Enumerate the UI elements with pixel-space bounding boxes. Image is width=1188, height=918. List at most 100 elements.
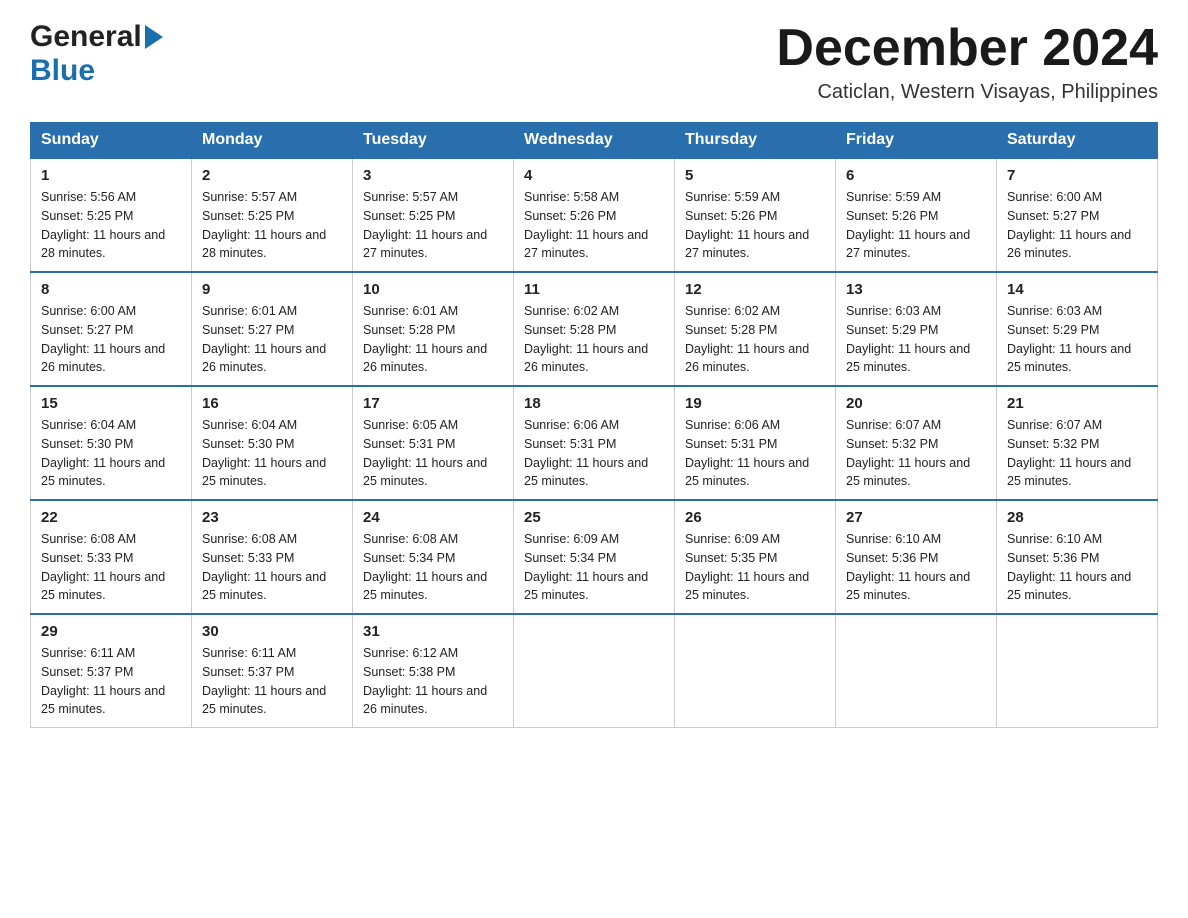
day-info: Sunrise: 6:04 AM Sunset: 5:30 PM Dayligh… — [202, 416, 342, 491]
day-number: 18 — [524, 395, 664, 412]
table-row: 15 Sunrise: 6:04 AM Sunset: 5:30 PM Dayl… — [31, 386, 192, 500]
day-number: 31 — [363, 623, 503, 640]
day-number: 22 — [41, 509, 181, 526]
day-number: 16 — [202, 395, 342, 412]
month-title: December 2024 — [776, 20, 1158, 77]
daylight-label: Daylight: 11 hours and 25 minutes. — [202, 684, 326, 717]
daylight-label: Daylight: 11 hours and 27 minutes. — [846, 228, 970, 261]
daylight-label: Daylight: 11 hours and 27 minutes. — [524, 228, 648, 261]
sunset-label: Sunset: 5:28 PM — [524, 323, 616, 337]
table-row: 1 Sunrise: 5:56 AM Sunset: 5:25 PM Dayli… — [31, 158, 192, 272]
header-tuesday: Tuesday — [353, 123, 514, 159]
day-number: 8 — [41, 281, 181, 298]
day-number: 25 — [524, 509, 664, 526]
calendar-week-row: 29 Sunrise: 6:11 AM Sunset: 5:37 PM Dayl… — [31, 614, 1158, 728]
sunset-label: Sunset: 5:36 PM — [1007, 551, 1099, 565]
day-number: 17 — [363, 395, 503, 412]
day-info: Sunrise: 5:58 AM Sunset: 5:26 PM Dayligh… — [524, 188, 664, 263]
day-number: 3 — [363, 167, 503, 184]
day-info: Sunrise: 6:03 AM Sunset: 5:29 PM Dayligh… — [1007, 302, 1147, 377]
day-info: Sunrise: 6:01 AM Sunset: 5:27 PM Dayligh… — [202, 302, 342, 377]
daylight-label: Daylight: 11 hours and 25 minutes. — [363, 570, 487, 603]
daylight-label: Daylight: 11 hours and 25 minutes. — [202, 570, 326, 603]
day-number: 26 — [685, 509, 825, 526]
sunset-label: Sunset: 5:28 PM — [363, 323, 455, 337]
header-monday: Monday — [192, 123, 353, 159]
sunrise-label: Sunrise: 6:07 AM — [846, 418, 941, 432]
day-info: Sunrise: 5:57 AM Sunset: 5:25 PM Dayligh… — [363, 188, 503, 263]
header-wednesday: Wednesday — [514, 123, 675, 159]
table-row: 25 Sunrise: 6:09 AM Sunset: 5:34 PM Dayl… — [514, 500, 675, 614]
sunset-label: Sunset: 5:26 PM — [685, 209, 777, 223]
daylight-label: Daylight: 11 hours and 25 minutes. — [1007, 570, 1131, 603]
day-number: 9 — [202, 281, 342, 298]
daylight-label: Daylight: 11 hours and 25 minutes. — [41, 570, 165, 603]
table-row: 14 Sunrise: 6:03 AM Sunset: 5:29 PM Dayl… — [997, 272, 1158, 386]
day-number: 5 — [685, 167, 825, 184]
sunset-label: Sunset: 5:29 PM — [846, 323, 938, 337]
day-info: Sunrise: 6:10 AM Sunset: 5:36 PM Dayligh… — [846, 530, 986, 605]
day-number: 14 — [1007, 281, 1147, 298]
table-row — [997, 614, 1158, 728]
sunrise-label: Sunrise: 6:06 AM — [685, 418, 780, 432]
sunset-label: Sunset: 5:31 PM — [363, 437, 455, 451]
sunset-label: Sunset: 5:33 PM — [202, 551, 294, 565]
sunrise-label: Sunrise: 5:56 AM — [41, 190, 136, 204]
day-number: 19 — [685, 395, 825, 412]
daylight-label: Daylight: 11 hours and 27 minutes. — [363, 228, 487, 261]
table-row: 16 Sunrise: 6:04 AM Sunset: 5:30 PM Dayl… — [192, 386, 353, 500]
table-row — [514, 614, 675, 728]
sunset-label: Sunset: 5:35 PM — [685, 551, 777, 565]
day-number: 28 — [1007, 509, 1147, 526]
day-number: 10 — [363, 281, 503, 298]
sunrise-label: Sunrise: 5:58 AM — [524, 190, 619, 204]
table-row: 31 Sunrise: 6:12 AM Sunset: 5:38 PM Dayl… — [353, 614, 514, 728]
day-number: 11 — [524, 281, 664, 298]
day-info: Sunrise: 6:05 AM Sunset: 5:31 PM Dayligh… — [363, 416, 503, 491]
sunset-label: Sunset: 5:33 PM — [41, 551, 133, 565]
sunrise-label: Sunrise: 6:02 AM — [524, 304, 619, 318]
header-thursday: Thursday — [675, 123, 836, 159]
sunset-label: Sunset: 5:31 PM — [685, 437, 777, 451]
table-row: 12 Sunrise: 6:02 AM Sunset: 5:28 PM Dayl… — [675, 272, 836, 386]
sunrise-label: Sunrise: 6:01 AM — [202, 304, 297, 318]
daylight-label: Daylight: 11 hours and 25 minutes. — [685, 456, 809, 489]
table-row: 3 Sunrise: 5:57 AM Sunset: 5:25 PM Dayli… — [353, 158, 514, 272]
location: Caticlan, Western Visayas, Philippines — [776, 81, 1158, 104]
day-info: Sunrise: 6:02 AM Sunset: 5:28 PM Dayligh… — [685, 302, 825, 377]
daylight-label: Daylight: 11 hours and 26 minutes. — [685, 342, 809, 375]
sunrise-label: Sunrise: 6:10 AM — [846, 532, 941, 546]
sunrise-label: Sunrise: 6:00 AM — [1007, 190, 1102, 204]
daylight-label: Daylight: 11 hours and 25 minutes. — [846, 342, 970, 375]
table-row — [675, 614, 836, 728]
sunset-label: Sunset: 5:28 PM — [685, 323, 777, 337]
day-info: Sunrise: 6:00 AM Sunset: 5:27 PM Dayligh… — [1007, 188, 1147, 263]
day-info: Sunrise: 6:07 AM Sunset: 5:32 PM Dayligh… — [846, 416, 986, 491]
day-info: Sunrise: 6:10 AM Sunset: 5:36 PM Dayligh… — [1007, 530, 1147, 605]
header-sunday: Sunday — [31, 123, 192, 159]
daylight-label: Daylight: 11 hours and 25 minutes. — [41, 456, 165, 489]
sunrise-label: Sunrise: 6:03 AM — [846, 304, 941, 318]
calendar-week-row: 8 Sunrise: 6:00 AM Sunset: 5:27 PM Dayli… — [31, 272, 1158, 386]
daylight-label: Daylight: 11 hours and 25 minutes. — [41, 684, 165, 717]
table-row — [836, 614, 997, 728]
daylight-label: Daylight: 11 hours and 26 minutes. — [41, 342, 165, 375]
day-info: Sunrise: 6:02 AM Sunset: 5:28 PM Dayligh… — [524, 302, 664, 377]
sunrise-label: Sunrise: 6:04 AM — [202, 418, 297, 432]
table-row: 5 Sunrise: 5:59 AM Sunset: 5:26 PM Dayli… — [675, 158, 836, 272]
day-info: Sunrise: 6:11 AM Sunset: 5:37 PM Dayligh… — [202, 644, 342, 719]
day-info: Sunrise: 6:08 AM Sunset: 5:34 PM Dayligh… — [363, 530, 503, 605]
daylight-label: Daylight: 11 hours and 25 minutes. — [1007, 456, 1131, 489]
sunrise-label: Sunrise: 6:08 AM — [202, 532, 297, 546]
day-info: Sunrise: 6:01 AM Sunset: 5:28 PM Dayligh… — [363, 302, 503, 377]
table-row: 17 Sunrise: 6:05 AM Sunset: 5:31 PM Dayl… — [353, 386, 514, 500]
sunrise-label: Sunrise: 6:08 AM — [363, 532, 458, 546]
daylight-label: Daylight: 11 hours and 28 minutes. — [202, 228, 326, 261]
sunset-label: Sunset: 5:25 PM — [202, 209, 294, 223]
day-info: Sunrise: 6:08 AM Sunset: 5:33 PM Dayligh… — [202, 530, 342, 605]
daylight-label: Daylight: 11 hours and 25 minutes. — [524, 456, 648, 489]
sunrise-label: Sunrise: 6:06 AM — [524, 418, 619, 432]
sunset-label: Sunset: 5:25 PM — [363, 209, 455, 223]
day-number: 29 — [41, 623, 181, 640]
sunrise-label: Sunrise: 6:09 AM — [524, 532, 619, 546]
